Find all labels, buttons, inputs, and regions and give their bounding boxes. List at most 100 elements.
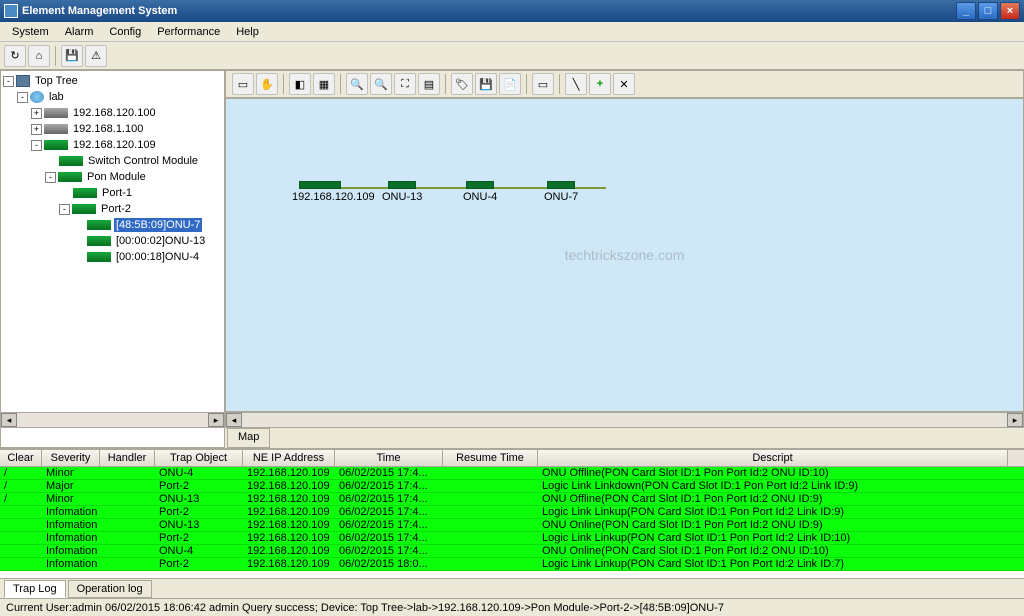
log-body[interactable]: /MinorONU-4192.168.120.10906/02/2015 17:… xyxy=(0,467,1024,578)
layout-icon[interactable]: ▤ xyxy=(418,73,440,95)
menu-alarm[interactable]: Alarm xyxy=(57,24,102,40)
device-tree: - Top Tree - lab + 192.168.120.100 + 19 xyxy=(1,71,224,267)
watermark-text: techtrickszone.com xyxy=(565,247,685,263)
toolbar-save-icon[interactable]: 💾 xyxy=(61,45,83,67)
log-col-descript[interactable]: Descript xyxy=(538,450,1008,466)
tab-operation-log[interactable]: Operation log xyxy=(68,580,152,598)
device-icon xyxy=(44,140,68,150)
log-vscrollbar[interactable] xyxy=(1008,450,1024,466)
log-col-resume[interactable]: Resume Time xyxy=(443,450,538,466)
export-icon[interactable]: 📄 xyxy=(499,73,521,95)
fit-icon[interactable]: ⛶ xyxy=(394,73,416,95)
main-area: - Top Tree - lab + 192.168.120.100 + 19 xyxy=(0,70,1024,448)
port-icon xyxy=(72,204,96,214)
log-row[interactable]: InfomationPort-2192.168.120.10906/02/201… xyxy=(0,532,1024,545)
log-header: Clear Severity Handler Trap Object NE IP… xyxy=(0,450,1024,467)
log-row[interactable]: InfomationPort-2192.168.120.10906/02/201… xyxy=(0,506,1024,519)
port-icon xyxy=(73,188,97,198)
maximize-button[interactable]: □ xyxy=(978,2,998,20)
tree-onu-7[interactable]: [48:5B:09]ONU-7 xyxy=(3,217,222,233)
scroll-left-icon[interactable]: ◂ xyxy=(226,413,242,427)
add-icon[interactable]: + xyxy=(589,73,611,95)
menu-help[interactable]: Help xyxy=(228,24,267,40)
tab-trap-log[interactable]: Trap Log xyxy=(4,580,66,598)
menu-performance[interactable]: Performance xyxy=(149,24,228,40)
expander-icon[interactable]: - xyxy=(17,92,28,103)
scroll-left-icon[interactable]: ◂ xyxy=(1,413,17,427)
canvas-pane: ▭ ✋ ◧ ▦ 🔍 🔍 ⛶ ▤ 🏷 💾 📄 ▭ ╲ + ✕ 192.1 xyxy=(225,70,1024,448)
tool-icon[interactable]: ◧ xyxy=(289,73,311,95)
canvas-host-device[interactable]: 192.168.120.109 xyxy=(292,181,348,203)
log-col-severity[interactable]: Severity xyxy=(42,450,100,466)
tree-onu-13[interactable]: [00:00:02]ONU-13 xyxy=(3,233,222,249)
expander-icon[interactable]: - xyxy=(59,204,70,215)
tree-host-1-100[interactable]: + 192.168.1.100 xyxy=(3,121,222,137)
tree-pane[interactable]: - Top Tree - lab + 192.168.120.100 + 19 xyxy=(0,70,225,448)
tree-switch-module[interactable]: Switch Control Module xyxy=(3,153,222,169)
log-col-trap-object[interactable]: Trap Object xyxy=(155,450,243,466)
log-col-clear[interactable]: Clear xyxy=(0,450,42,466)
canvas-toolbar: ▭ ✋ ◧ ▦ 🔍 🔍 ⛶ ▤ 🏷 💾 📄 ▭ ╲ + ✕ xyxy=(225,70,1024,98)
canvas-hscrollbar[interactable]: ◂ ▸ xyxy=(225,412,1024,428)
canvas-onu-4[interactable]: ONU-4 xyxy=(463,181,497,203)
expander-icon[interactable]: + xyxy=(31,108,42,119)
scroll-right-icon[interactable]: ▸ xyxy=(1007,413,1023,427)
menubar: System Alarm Config Performance Help xyxy=(0,22,1024,42)
menu-config[interactable]: Config xyxy=(101,24,149,40)
menu-system[interactable]: System xyxy=(4,24,57,40)
pointer-icon[interactable]: ▭ xyxy=(232,73,254,95)
expander-icon[interactable]: + xyxy=(31,124,42,135)
device-icon xyxy=(299,181,341,189)
tree-host-100[interactable]: + 192.168.120.100 xyxy=(3,105,222,121)
grid-icon[interactable]: ▦ xyxy=(313,73,335,95)
main-toolbar: ↻ ⌂ 💾 ⚠ xyxy=(0,42,1024,70)
expander-icon[interactable]: - xyxy=(31,140,42,151)
delete-icon[interactable]: ✕ xyxy=(613,73,635,95)
device-label: 192.168.120.109 xyxy=(292,191,348,203)
scroll-right-icon[interactable]: ▸ xyxy=(208,413,224,427)
zoom-out-icon[interactable]: 🔍 xyxy=(370,73,392,95)
tree-host-109[interactable]: - 192.168.120.109 xyxy=(3,137,222,153)
app-icon xyxy=(4,4,18,18)
device-icon xyxy=(388,181,416,189)
toolbar-home-icon[interactable]: ⌂ xyxy=(28,45,50,67)
tree-root-icon xyxy=(16,75,30,87)
save-icon[interactable]: 💾 xyxy=(475,73,497,95)
log-col-ne-ip[interactable]: NE IP Address xyxy=(243,450,335,466)
minimize-button[interactable]: _ xyxy=(956,2,976,20)
expander-icon[interactable]: - xyxy=(45,172,56,183)
window-title: Element Management System xyxy=(22,5,954,17)
tree-hscrollbar[interactable]: ◂ ▸ xyxy=(0,412,225,428)
card-icon[interactable]: ▭ xyxy=(532,73,554,95)
log-col-handler[interactable]: Handler xyxy=(100,450,155,466)
tree-root[interactable]: - Top Tree xyxy=(3,73,222,89)
tree-port-1[interactable]: Port-1 xyxy=(3,185,222,201)
log-row[interactable]: InfomationPort-2192.168.120.10906/02/201… xyxy=(0,558,1024,571)
log-row[interactable]: InfomationONU-13192.168.120.10906/02/201… xyxy=(0,519,1024,532)
device-icon xyxy=(44,124,68,134)
device-label: ONU-7 xyxy=(544,191,578,203)
tree-onu-4[interactable]: [00:00:18]ONU-4 xyxy=(3,249,222,265)
pan-icon[interactable]: ✋ xyxy=(256,73,278,95)
canvas-onu-13[interactable]: ONU-13 xyxy=(382,181,422,203)
log-pane: Clear Severity Handler Trap Object NE IP… xyxy=(0,448,1024,578)
zoom-in-icon[interactable]: 🔍 xyxy=(346,73,368,95)
device-label: ONU-4 xyxy=(463,191,497,203)
tree-port-2[interactable]: - Port-2 xyxy=(3,201,222,217)
toolbar-warning-icon[interactable]: ⚠ xyxy=(85,45,107,67)
close-button[interactable]: × xyxy=(1000,2,1020,20)
tag-icon[interactable]: 🏷 xyxy=(451,73,473,95)
toolbar-separator xyxy=(55,46,56,66)
log-col-time[interactable]: Time xyxy=(335,450,443,466)
tree-pon-module[interactable]: - Pon Module xyxy=(3,169,222,185)
log-row[interactable]: InfomationONU-4192.168.120.10906/02/2015… xyxy=(0,545,1024,558)
log-row[interactable]: /MinorONU-13192.168.120.10906/02/2015 17… xyxy=(0,493,1024,506)
log-row[interactable]: /MajorPort-2192.168.120.10906/02/2015 17… xyxy=(0,480,1024,493)
expander-icon[interactable]: - xyxy=(3,76,14,87)
log-row[interactable]: /MinorONU-4192.168.120.10906/02/2015 17:… xyxy=(0,467,1024,480)
canvas-onu-7[interactable]: ONU-7 xyxy=(544,181,578,203)
line-icon[interactable]: ╲ xyxy=(565,73,587,95)
topology-canvas[interactable]: 192.168.120.109 ONU-13 ONU-4 ONU-7 techt… xyxy=(225,98,1024,412)
tree-lab[interactable]: - lab xyxy=(3,89,222,105)
toolbar-refresh-icon[interactable]: ↻ xyxy=(4,45,26,67)
